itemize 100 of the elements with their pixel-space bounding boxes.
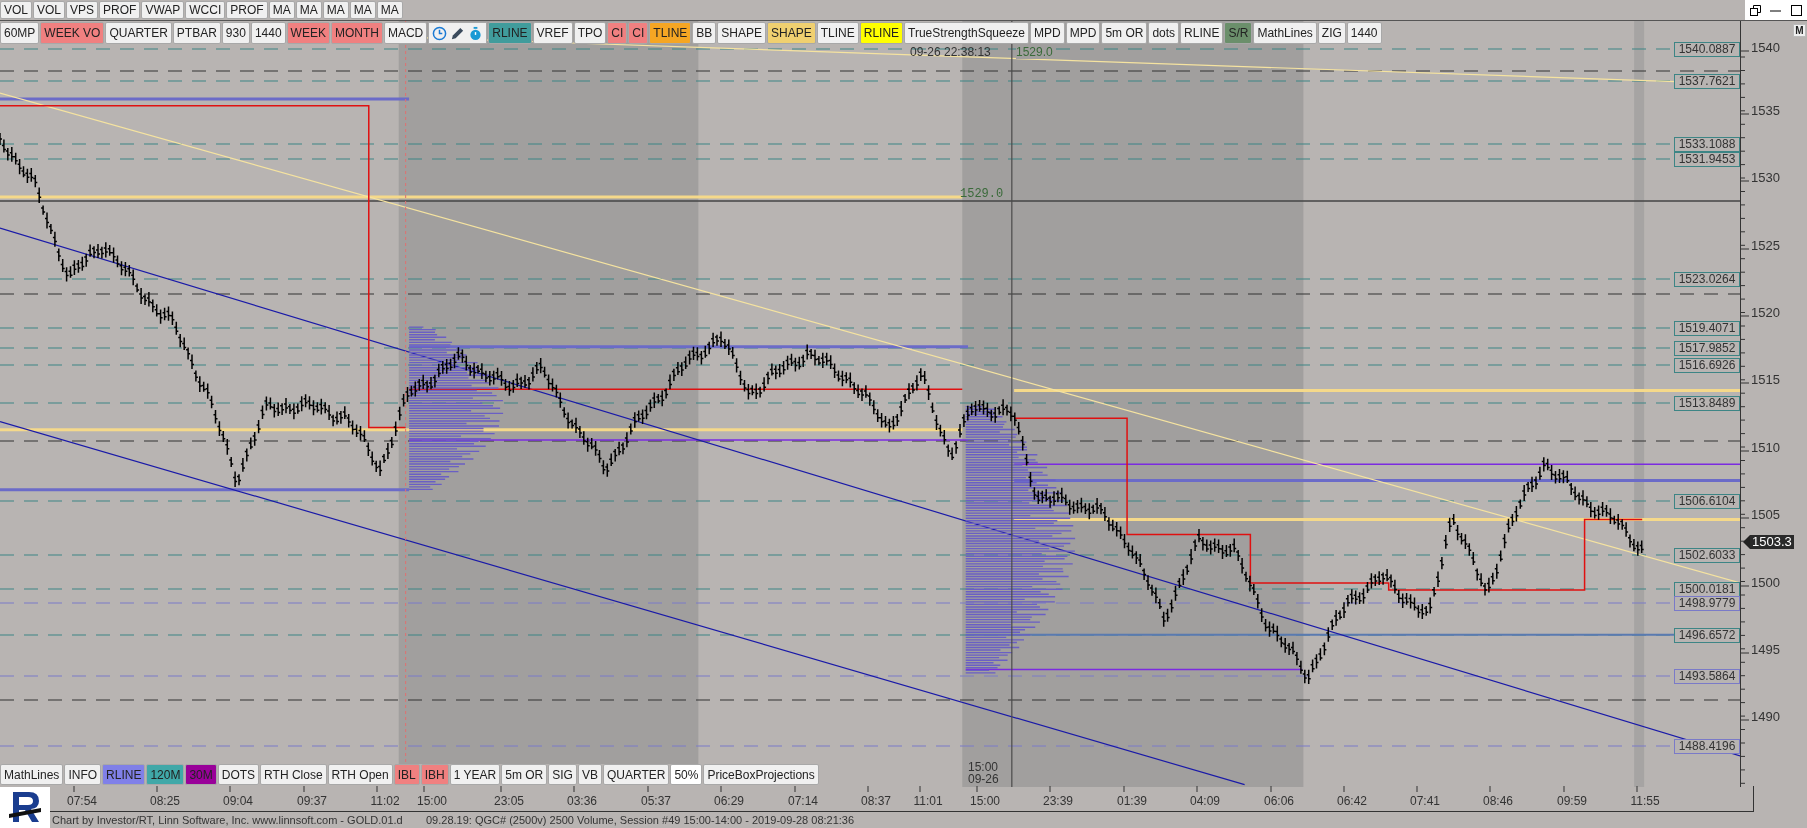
toolbar-button[interactable]: 5m OR	[501, 764, 548, 785]
clock-icon[interactable]	[432, 25, 448, 41]
toolbar-button[interactable]: QUARTER	[105, 22, 172, 44]
toolbar-button[interactable]: MA	[349, 1, 376, 19]
price-level-label: 1506.6104	[1674, 494, 1740, 509]
time-tick-label: 04:09	[1190, 794, 1220, 808]
last-price-label: 1503.3	[1750, 535, 1794, 549]
pencil-icon[interactable]	[450, 25, 466, 41]
toolbar-button[interactable]: 120M	[146, 764, 185, 785]
price-level-label: 1488.4196	[1674, 739, 1740, 754]
toolbar-button[interactable]: CI	[628, 22, 649, 44]
toolbar-button[interactable]: 1 YEAR	[449, 764, 501, 785]
toolbar-button[interactable]: MPD	[1030, 22, 1065, 44]
toolbar-button[interactable]: VB	[577, 764, 602, 785]
toolbar-button[interactable]: MathLines	[1253, 22, 1317, 44]
toolbar-button[interactable]: PriceBoxProjections	[703, 764, 819, 785]
time-tick-label: 11:01	[913, 794, 943, 808]
maximize-icon[interactable]	[1791, 4, 1803, 16]
toolbar-button[interactable]: 930	[221, 22, 250, 44]
price-tick-label: 1535	[1751, 104, 1780, 118]
price-tick-label: 1510	[1751, 441, 1780, 455]
toolbar-button[interactable]: 5m OR	[1101, 22, 1148, 44]
toolbar-button[interactable]: VWAP	[141, 1, 185, 19]
time-tick-label: 23:39	[1043, 794, 1073, 808]
time-tick-label: 09:04	[223, 794, 253, 808]
toolbar-button[interactable]: RTH Close	[260, 764, 327, 785]
time-tick-label: 09:37	[297, 794, 327, 808]
price-level-label: 1540.0887	[1674, 42, 1740, 57]
toolbar-button[interactable]: WEEK VO	[40, 22, 105, 44]
toolbar-button[interactable]: 1440	[1346, 22, 1382, 44]
toolbar-button[interactable]: 60MP	[0, 22, 40, 44]
time-tick-label: 15:00	[970, 794, 1000, 808]
toolbar-button[interactable]: MA	[322, 1, 349, 19]
toolbar-button[interactable]: TrueStrengthSqueeze	[904, 22, 1030, 44]
time-tick-label: 07:54	[67, 794, 97, 808]
toolbar-button[interactable]: VREF	[532, 22, 573, 44]
toolbar-button[interactable]: PROF	[226, 1, 268, 19]
toolbar-button[interactable]: WCCI	[185, 1, 226, 19]
toolbar-button[interactable]: MA	[376, 1, 403, 19]
axis-mode-button[interactable]: M	[1793, 24, 1806, 37]
toolbar-button[interactable]: MONTH	[330, 22, 383, 44]
toolbar-button[interactable]: IBL	[393, 764, 420, 785]
toolbar-button[interactable]: IBH	[420, 764, 449, 785]
time-tick-label: 15:00	[417, 794, 447, 808]
toolbar-button[interactable]: RLINE	[859, 22, 904, 44]
time-tick-label: 06:29	[714, 794, 744, 808]
toolbar-button[interactable]: QUARTER	[602, 764, 670, 785]
time-tick-label: 08:46	[1483, 794, 1513, 808]
time-tick-label: 01:39	[1117, 794, 1147, 808]
toolbar-button[interactable]: ZIG	[1317, 22, 1346, 44]
toolbar-button[interactable]: MA	[268, 1, 295, 19]
time-tick-label: 06:42	[1337, 794, 1367, 808]
time-tick-label: 07:41	[1410, 794, 1440, 808]
toolbar-button[interactable]: WEEK	[286, 22, 330, 44]
toolbar-button[interactable]: RLINE	[1180, 22, 1224, 44]
toolbar-button[interactable]: RLINE	[488, 22, 532, 44]
toolbar-button[interactable]: DOTS	[217, 764, 260, 785]
toolbar-button[interactable]: RLINE	[102, 764, 146, 785]
toolbar-button[interactable]: CI	[607, 22, 628, 44]
toolbar-button[interactable]: TLINE	[649, 22, 692, 44]
time-tick-label: 11:55	[1630, 794, 1660, 808]
toolbar-button[interactable]: MA	[295, 1, 322, 19]
toolbar-button[interactable]: 50%	[670, 764, 703, 785]
toolbar-button[interactable]: PTBAR	[172, 22, 221, 44]
toolbar-button[interactable]: S/R	[1224, 22, 1253, 44]
price-level-label: 1531.9453	[1674, 152, 1740, 167]
toolbar-button[interactable]: PROF	[99, 1, 141, 19]
toolbar-button[interactable]: VPS	[66, 1, 99, 19]
toolbar-button[interactable]: BB	[692, 22, 717, 44]
price-level-label: 1498.9779	[1674, 596, 1740, 611]
time-tick-label: 07:14	[788, 794, 818, 808]
price-tick-label: 1490	[1751, 710, 1780, 724]
toolbar-button[interactable]: RTH Open	[327, 764, 393, 785]
session-date-label: 09-26	[968, 773, 999, 785]
toolbar-button[interactable]: SHAPE	[717, 22, 766, 44]
toolbar-button[interactable]: MACD	[383, 22, 428, 44]
price-level-label: 1537.7621	[1674, 74, 1740, 89]
toolbar-button[interactable]: dots	[1148, 22, 1180, 44]
price-marker-label: 1529.0	[960, 188, 1004, 201]
cursor-price-label: 1529.0	[1016, 46, 1053, 59]
toolbar-button[interactable]: SIG	[548, 764, 577, 785]
price-tick-label: 1525	[1751, 239, 1780, 253]
toolbar-button[interactable]: MathLines	[0, 764, 64, 785]
price-level-label: 1519.4071	[1674, 321, 1740, 336]
toolbar-button[interactable]: INFO	[64, 764, 102, 785]
price-tick-label: 1540	[1751, 41, 1780, 55]
toolbar-button[interactable]: VOL	[33, 1, 66, 19]
price-level-label: 1516.6926	[1674, 358, 1740, 373]
toolbar-button[interactable]: SHAPE	[767, 22, 816, 44]
toolbar-button[interactable]: VOL	[0, 1, 32, 19]
price-tick-label: 1515	[1751, 373, 1780, 387]
toolbar-button[interactable]: MPD	[1065, 22, 1101, 44]
toolbar-button[interactable]: TLINE	[816, 22, 859, 44]
price-tick-label: 1495	[1751, 643, 1780, 657]
price-level-label: 1493.5864	[1674, 669, 1740, 684]
time-tick-label: 05:37	[641, 794, 671, 808]
toolbar-button[interactable]: TPO	[573, 22, 607, 44]
price-pointer-icon	[1743, 535, 1750, 549]
toolbar-button[interactable]: 1440	[250, 22, 286, 44]
restore-icon[interactable]	[1749, 4, 1761, 16]
